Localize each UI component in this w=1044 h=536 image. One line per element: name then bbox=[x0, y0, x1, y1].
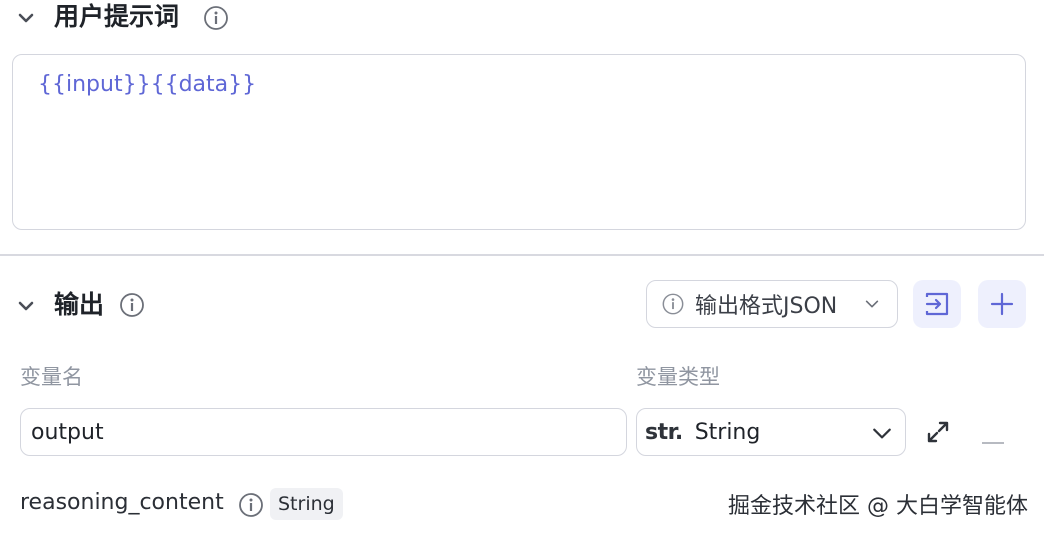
info-icon bbox=[661, 292, 685, 316]
type-label: String bbox=[694, 419, 761, 445]
info-icon[interactable] bbox=[203, 5, 229, 31]
section-divider bbox=[0, 254, 1044, 256]
minus-icon[interactable] bbox=[982, 430, 1004, 444]
section-title-output: 输出 bbox=[54, 290, 105, 319]
extra-field-type-badge: String bbox=[270, 488, 343, 520]
llm-node-config-panel: 用户提示词 {{input}}{{data}} 输出 输出格式JSON 变量名 … bbox=[0, 0, 1044, 536]
variable-type-select[interactable]: str. String bbox=[636, 408, 906, 456]
watermark: 掘金技术社区 @ 大白学智能体 bbox=[728, 494, 1028, 519]
output-format-select[interactable]: 输出格式JSON bbox=[646, 280, 898, 328]
plus-icon bbox=[990, 292, 1014, 316]
prompt-content: {{input}}{{data}} bbox=[38, 72, 257, 97]
column-header-name: 变量名 bbox=[20, 365, 83, 389]
variable-name-input[interactable]: output bbox=[20, 408, 627, 456]
type-tag: str. bbox=[645, 419, 683, 445]
chevron-down-icon[interactable] bbox=[16, 8, 36, 28]
import-button[interactable] bbox=[913, 280, 961, 328]
info-icon[interactable] bbox=[119, 292, 145, 318]
column-header-type: 变量类型 bbox=[636, 365, 720, 389]
user-prompt-editor[interactable]: {{input}}{{data}} bbox=[12, 54, 1026, 230]
import-icon bbox=[924, 291, 950, 317]
extra-field-name: reasoning_content bbox=[20, 490, 224, 515]
output-format-label: 输出格式JSON bbox=[695, 294, 838, 319]
chevron-down-icon bbox=[871, 422, 893, 448]
section-title-user-prompt: 用户提示词 bbox=[54, 2, 180, 31]
expand-icon[interactable] bbox=[926, 420, 950, 444]
chevron-down-icon[interactable] bbox=[16, 296, 36, 316]
add-variable-button[interactable] bbox=[978, 280, 1026, 328]
chevron-down-icon bbox=[863, 295, 881, 317]
info-icon[interactable] bbox=[238, 492, 263, 517]
